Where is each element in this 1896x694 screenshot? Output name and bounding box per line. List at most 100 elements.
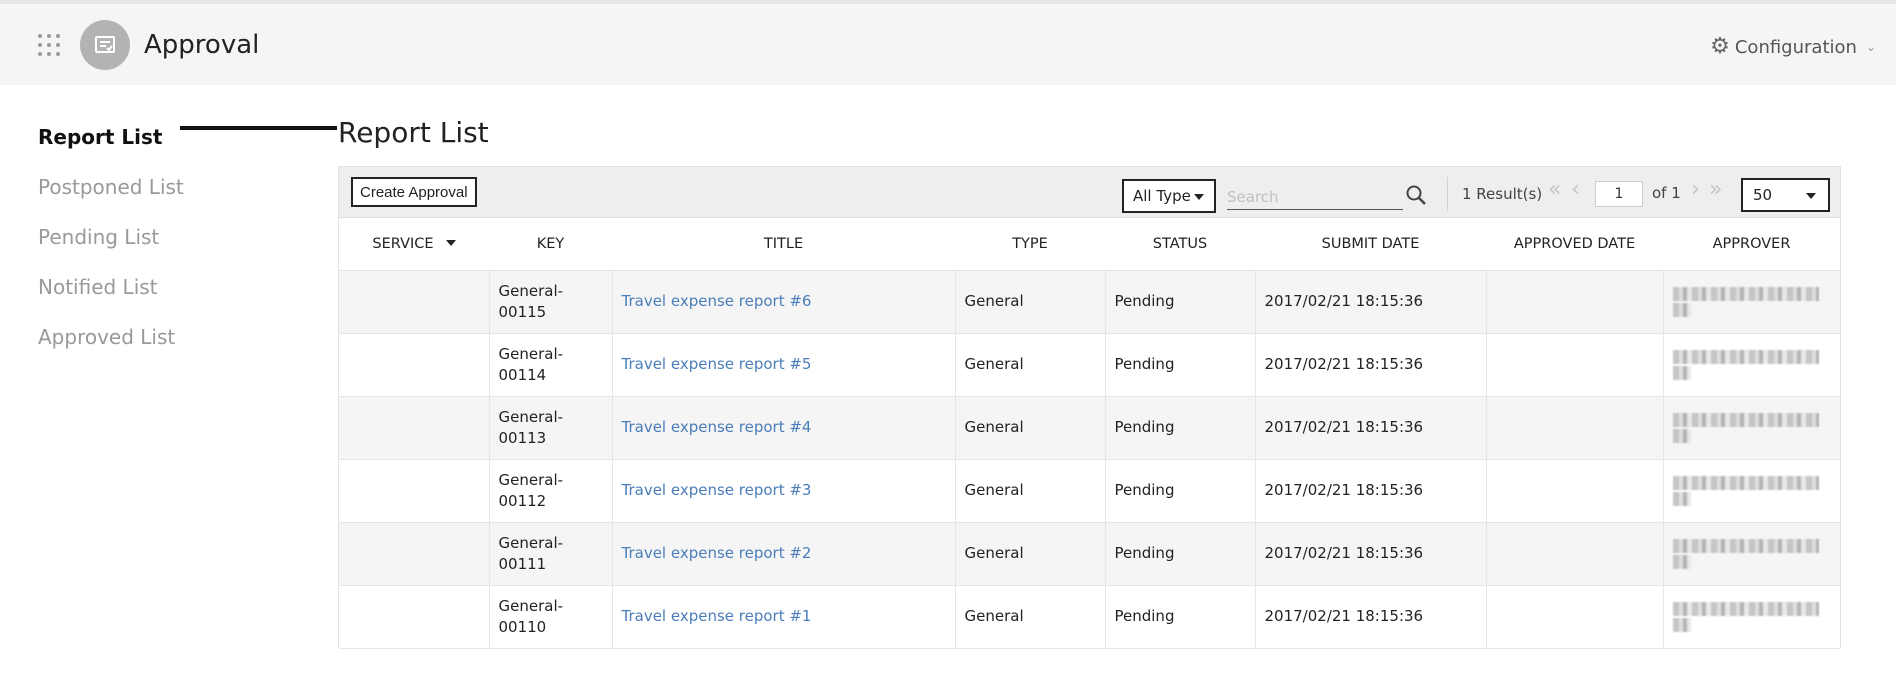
cell-submit-date: 2017/02/21 18:15:36 <box>1255 585 1487 649</box>
blurred-approver-text <box>1672 412 1819 427</box>
blurred-approver-text <box>1672 491 1691 506</box>
caret-down-icon <box>1194 194 1204 200</box>
cell-approved-date <box>1486 396 1664 460</box>
report-title-link[interactable]: Travel expense report #1 <box>622 607 812 625</box>
per-page-select[interactable]: 50 <box>1741 178 1830 212</box>
sidebar-item-report-list[interactable]: Report List <box>38 112 303 162</box>
table-row[interactable]: General-00111 Travel expense report #2 G… <box>339 522 1840 586</box>
cell-title: Travel expense report #1 <box>612 585 956 649</box>
sidebar-item-notified-list[interactable]: Notified List <box>38 262 303 312</box>
column-header-title: TITLE <box>612 219 955 271</box>
cell-approver <box>1663 459 1840 523</box>
total-pages-label: of 1 <box>1652 184 1681 202</box>
gear-icon: ⚙ <box>1710 34 1730 59</box>
cell-type: General <box>955 333 1106 397</box>
blurred-approver-text <box>1672 475 1819 490</box>
prev-page-icon[interactable]: ‹ <box>1571 179 1580 201</box>
column-header-submit-date: SUBMIT DATE <box>1255 219 1486 271</box>
cell-title: Travel expense report #5 <box>612 333 956 397</box>
column-header-approved-date: APPROVED DATE <box>1486 219 1663 271</box>
cell-type: General <box>955 459 1106 523</box>
cell-key: General-00115 <box>489 270 613 334</box>
table-row[interactable]: General-00115 Travel expense report #6 G… <box>339 270 1840 334</box>
table-row[interactable]: General-00112 Travel expense report #3 G… <box>339 459 1840 523</box>
cell-status: Pending <box>1105 585 1256 649</box>
cell-submit-date: 2017/02/21 18:15:36 <box>1255 270 1487 334</box>
table-row[interactable]: General-00114 Travel expense report #5 G… <box>339 333 1840 397</box>
cell-approved-date <box>1486 333 1664 397</box>
column-header-service[interactable]: SERVICE <box>339 219 489 271</box>
cell-title: Travel expense report #3 <box>612 459 956 523</box>
apps-grid-icon[interactable] <box>38 34 62 58</box>
blurred-approver-text <box>1672 617 1691 632</box>
blurred-approver-text <box>1672 601 1819 616</box>
sidebar-item-label: Pending List <box>38 225 160 249</box>
sidebar-item-label: Postponed List <box>38 175 184 199</box>
sidebar-item-pending-list[interactable]: Pending List <box>38 212 303 262</box>
active-indicator <box>180 126 337 130</box>
app-title: Approval <box>144 30 260 60</box>
toolbar: Create Approval All Type 1 Result(s) « ‹… <box>339 167 1840 218</box>
cell-key: General-00110 <box>489 585 613 649</box>
per-page-value: 50 <box>1753 186 1773 204</box>
next-page-icon[interactable]: › <box>1691 179 1700 201</box>
cell-approver <box>1663 585 1840 649</box>
toolbar-divider <box>1447 177 1448 211</box>
cell-approver <box>1663 333 1840 397</box>
first-page-icon[interactable]: « <box>1548 179 1561 201</box>
cell-status: Pending <box>1105 459 1256 523</box>
cell-service <box>339 522 490 586</box>
cell-status: Pending <box>1105 270 1256 334</box>
configuration-menu[interactable]: ⚙ Configuration ⌄ <box>1710 36 1876 58</box>
table-row[interactable]: General-00110 Travel expense report #1 G… <box>339 585 1840 649</box>
search-icon[interactable] <box>1405 184 1427 206</box>
approval-app-logo-icon <box>80 20 130 70</box>
report-title-link[interactable]: Travel expense report #2 <box>622 544 812 562</box>
last-page-icon[interactable]: » <box>1709 179 1722 201</box>
report-panel: Create Approval All Type 1 Result(s) « ‹… <box>338 166 1841 649</box>
page-number-input[interactable] <box>1595 181 1643 207</box>
cell-service <box>339 270 490 334</box>
cell-approved-date <box>1486 522 1664 586</box>
page-title: Report List <box>338 116 489 149</box>
table-header-row: SERVICE KEY TITLE TYPE STATUS SUBMIT DAT… <box>339 219 1840 271</box>
sidebar-nav: Report List Postponed List Pending List … <box>38 112 337 362</box>
blurred-approver-text <box>1672 286 1819 301</box>
blurred-approver-text <box>1672 538 1819 553</box>
cell-approver <box>1663 522 1840 586</box>
cell-type: General <box>955 270 1106 334</box>
blurred-approver-text <box>1672 302 1691 317</box>
sidebar-item-label: Notified List <box>38 275 158 299</box>
cell-title: Travel expense report #4 <box>612 396 956 460</box>
cell-submit-date: 2017/02/21 18:15:36 <box>1255 522 1487 586</box>
cell-approved-date <box>1486 585 1664 649</box>
cell-service <box>339 585 490 649</box>
report-title-link[interactable]: Travel expense report #6 <box>622 292 812 310</box>
sidebar-item-approved-list[interactable]: Approved List <box>38 312 303 362</box>
blurred-approver-text <box>1672 428 1691 443</box>
create-approval-button[interactable]: Create Approval <box>351 177 477 207</box>
column-header-key: KEY <box>489 219 612 271</box>
sidebar-item-postponed-list[interactable]: Postponed List <box>38 162 303 212</box>
search-input[interactable] <box>1227 184 1403 210</box>
column-header-status: STATUS <box>1105 219 1255 271</box>
type-filter-select[interactable]: All Type <box>1122 179 1216 213</box>
cell-approver <box>1663 396 1840 460</box>
cell-submit-date: 2017/02/21 18:15:36 <box>1255 396 1487 460</box>
results-count: 1 Result(s) <box>1462 185 1543 203</box>
blurred-approver-text <box>1672 365 1691 380</box>
cell-approver <box>1663 270 1840 334</box>
table-row[interactable]: General-00113 Travel expense report #4 G… <box>339 396 1840 460</box>
report-title-link[interactable]: Travel expense report #5 <box>622 355 812 373</box>
cell-approved-date <box>1486 459 1664 523</box>
report-table: SERVICE KEY TITLE TYPE STATUS SUBMIT DAT… <box>339 219 1840 649</box>
cell-submit-date: 2017/02/21 18:15:36 <box>1255 459 1487 523</box>
report-title-link[interactable]: Travel expense report #3 <box>622 481 812 499</box>
cell-status: Pending <box>1105 396 1256 460</box>
cell-title: Travel expense report #6 <box>612 270 956 334</box>
report-title-link[interactable]: Travel expense report #4 <box>622 418 812 436</box>
cell-status: Pending <box>1105 333 1256 397</box>
cell-service <box>339 333 490 397</box>
cell-service <box>339 396 490 460</box>
cell-type: General <box>955 396 1106 460</box>
